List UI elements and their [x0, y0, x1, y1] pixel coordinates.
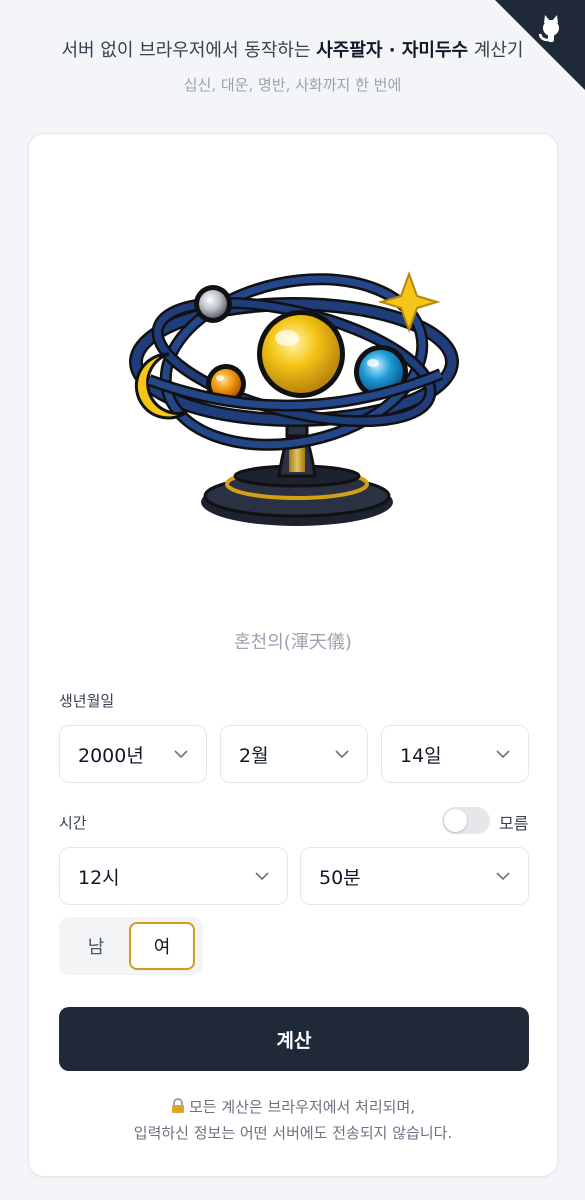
day-select-value: 14일 — [400, 744, 442, 767]
year-select-value: 2000년 — [78, 744, 144, 767]
privacy-notice-line1: 모든 계산은 브라우저에서 처리되며, — [29, 1094, 557, 1120]
lock-icon — [171, 1098, 184, 1113]
gender-female-button[interactable]: 여 — [129, 922, 195, 970]
illustration-caption: 혼천의(渾天儀) — [234, 632, 352, 653]
time-label: 시간 — [59, 814, 87, 832]
birthdate-label: 생년월일 — [59, 692, 115, 710]
privacy-notice: 모든 계산은 브라우저에서 처리되며, 입력하신 정보는 어떤 서버에도 전송되… — [29, 1094, 557, 1146]
page-header: 서버 없이 브라우저에서 동작하는 사주팔자 · 자미두수 계산기 십신, 대운… — [0, 36, 585, 95]
minute-select[interactable]: 50분 — [300, 847, 529, 905]
armillary-sphere-illustration — [129, 271, 459, 526]
page: 서버 없이 브라우저에서 동작하는 사주팔자 · 자미두수 계산기 십신, 대운… — [0, 0, 585, 1200]
page-subtitle: 십신, 대운, 명반, 사화까지 한 번에 — [183, 76, 402, 94]
hour-select-value: 12시 — [78, 866, 120, 889]
chevron-down-icon — [255, 872, 269, 880]
minute-select-value: 50분 — [319, 866, 361, 889]
time-unknown-label: 모름 — [499, 814, 529, 833]
headline-bold: 사주팔자 · 자미두수 — [316, 40, 469, 61]
chevron-down-icon — [496, 750, 510, 758]
calculate-button[interactable]: 계산 — [59, 1007, 529, 1071]
input-card: 혼천의(渾天儀) 생년월일 2000년 2월 14일 시간 모름 12시 50분 — [28, 133, 558, 1177]
gender-segmented-control: 남 여 — [59, 917, 203, 975]
chevron-down-icon — [174, 750, 188, 758]
privacy-notice-line2: 입력하신 정보는 어떤 서버에도 전송되지 않습니다. — [133, 1124, 453, 1142]
chevron-down-icon — [335, 750, 349, 758]
page-title: 서버 없이 브라우저에서 동작하는 사주팔자 · 자미두수 계산기 — [0, 36, 585, 62]
headline-prefix: 서버 없이 브라우저에서 동작하는 — [61, 40, 317, 61]
privacy-notice-text1: 모든 계산은 브라우저에서 처리되며, — [188, 1098, 416, 1116]
day-select[interactable]: 14일 — [381, 725, 529, 783]
toggle-knob — [444, 809, 467, 832]
month-select-value: 2월 — [239, 744, 269, 767]
year-select[interactable]: 2000년 — [59, 725, 207, 783]
time-unknown-toggle[interactable] — [442, 807, 490, 834]
month-select[interactable]: 2월 — [220, 725, 368, 783]
headline-suffix: 계산기 — [468, 40, 524, 61]
hour-select[interactable]: 12시 — [59, 847, 288, 905]
gender-male-button[interactable]: 남 — [63, 922, 129, 970]
chevron-down-icon — [496, 872, 510, 880]
